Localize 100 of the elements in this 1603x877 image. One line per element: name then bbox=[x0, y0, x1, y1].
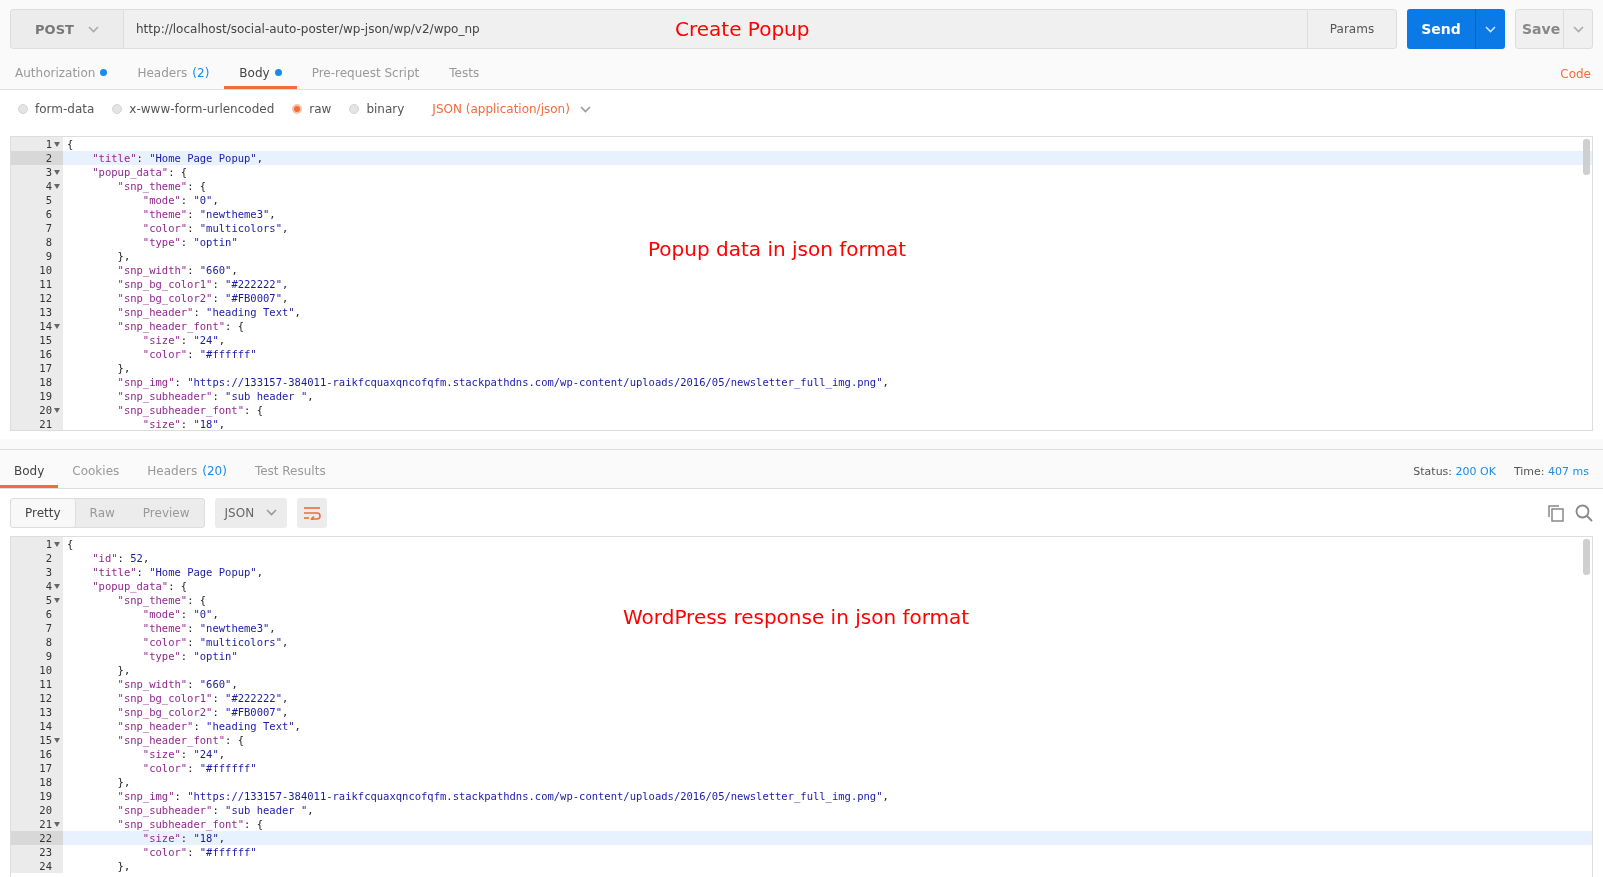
scrollbar[interactable] bbox=[1583, 139, 1590, 175]
line-number: 16 bbox=[39, 348, 52, 360]
send-button[interactable]: Send bbox=[1407, 9, 1475, 49]
code-link[interactable]: Code bbox=[1560, 67, 1591, 89]
params-button[interactable]: Params bbox=[1307, 9, 1397, 49]
line-number: 14 bbox=[39, 320, 52, 332]
annotation-text: WordPress response in json format bbox=[623, 605, 970, 629]
code-line: "title": "Home Page Popup", bbox=[91, 565, 263, 579]
copy-icon bbox=[1547, 503, 1565, 522]
fold-icon[interactable] bbox=[54, 597, 60, 603]
code-line: { bbox=[66, 137, 74, 151]
line-number: 1 bbox=[45, 138, 52, 150]
request-tab[interactable]: Authorization bbox=[0, 59, 123, 89]
view-mode-tab[interactable]: Raw bbox=[75, 498, 129, 527]
code-line: "type": "optin" bbox=[141, 235, 238, 249]
view-mode-tab[interactable]: Pretty bbox=[11, 498, 76, 527]
line-number: 19 bbox=[39, 790, 52, 802]
fold-icon[interactable] bbox=[54, 737, 60, 743]
send-dropdown-button[interactable] bbox=[1475, 9, 1505, 49]
code-line: "theme": "newtheme3", bbox=[141, 621, 276, 635]
body-type-radio[interactable]: form-data bbox=[18, 102, 95, 116]
body-type-radio[interactable]: raw bbox=[292, 102, 332, 116]
line-number: 3 bbox=[45, 566, 52, 578]
fold-icon[interactable] bbox=[54, 323, 60, 329]
code-line: "color": "#ffffff" bbox=[141, 347, 257, 361]
fold-icon[interactable] bbox=[54, 141, 60, 147]
scrollbar[interactable] bbox=[1583, 539, 1590, 575]
code-line: "snp_header_font": { bbox=[116, 319, 244, 333]
line-number: 18 bbox=[39, 376, 52, 388]
request-tab[interactable]: Headers (2) bbox=[122, 59, 225, 89]
code-line: }, bbox=[116, 663, 131, 677]
code-line: }, bbox=[116, 859, 131, 873]
caret-icon bbox=[266, 509, 278, 516]
line-number: 7 bbox=[45, 622, 52, 634]
line-number: 21 bbox=[39, 418, 52, 430]
line-number: 6 bbox=[45, 208, 52, 220]
response-tab[interactable]: Headers (20) bbox=[133, 456, 241, 488]
line-number: 5 bbox=[45, 194, 52, 206]
caret-icon bbox=[1572, 25, 1584, 33]
code-line: "size": "24", bbox=[141, 333, 226, 347]
code-line: "mode": "0", bbox=[141, 193, 219, 207]
code-line: "theme": "newtheme3", bbox=[141, 207, 276, 221]
line-number: 1 bbox=[45, 538, 52, 550]
annotation-text: Popup data in json format bbox=[648, 237, 906, 261]
body-type-radio[interactable]: x-www-form-urlencoded bbox=[112, 102, 275, 116]
line-number: 12 bbox=[39, 692, 52, 704]
line-number: 22 bbox=[39, 832, 52, 844]
line-number: 21 bbox=[39, 818, 52, 830]
response-time: Time: 407 ms bbox=[1513, 465, 1589, 478]
line-number: 2 bbox=[45, 152, 52, 164]
fold-icon[interactable] bbox=[54, 183, 60, 189]
caret-icon bbox=[579, 105, 591, 113]
request-tab[interactable]: Pre-request Script bbox=[296, 59, 435, 89]
method-dropdown[interactable]: POST bbox=[10, 9, 124, 49]
fold-icon[interactable] bbox=[54, 541, 60, 547]
code-line: "popup_data": { bbox=[91, 165, 188, 179]
line-number: 14 bbox=[39, 720, 52, 732]
code-line: "color": "multicolors", bbox=[141, 635, 289, 649]
format-dropdown[interactable]: JSON bbox=[214, 497, 288, 528]
line-number: 9 bbox=[45, 250, 52, 262]
line-number: 7 bbox=[45, 222, 52, 234]
line-number: 13 bbox=[39, 306, 52, 318]
code-line: "mode": "0", bbox=[141, 607, 219, 621]
code-line: "size": "18", bbox=[141, 417, 226, 430]
line-number: 11 bbox=[39, 678, 52, 690]
fold-icon[interactable] bbox=[54, 407, 60, 413]
code-line: "snp_header": "heading Text", bbox=[116, 719, 301, 733]
caret-icon bbox=[87, 25, 99, 33]
line-number: 20 bbox=[39, 804, 52, 816]
code-line: "color": "multicolors", bbox=[141, 221, 289, 235]
code-line: }, bbox=[116, 775, 131, 789]
response-status: Status: 200 OK bbox=[1413, 465, 1496, 478]
fold-icon[interactable] bbox=[54, 169, 60, 175]
line-number: 24 bbox=[39, 860, 52, 872]
code-line: "snp_header": "heading Text", bbox=[116, 305, 301, 319]
line-number: 20 bbox=[39, 404, 52, 416]
line-number: 5 bbox=[45, 594, 52, 606]
request-tab[interactable]: Tests bbox=[434, 59, 495, 89]
fold-icon[interactable] bbox=[54, 583, 60, 589]
line-number: 4 bbox=[45, 580, 52, 592]
code-line: "snp_bg_color1": "#222222", bbox=[116, 691, 289, 705]
view-mode-tab[interactable]: Preview bbox=[128, 498, 204, 527]
code-line: "snp_subheader": "sub header ", bbox=[116, 389, 314, 403]
code-line: "snp_header_font": { bbox=[116, 733, 244, 747]
code-line: "color": "#ffffff" bbox=[141, 845, 257, 859]
wrap-lines-button[interactable] bbox=[297, 497, 328, 528]
annotation-text: Create Popup bbox=[675, 17, 810, 41]
content-type-dropdown[interactable]: JSON (application/json) bbox=[426, 101, 597, 117]
search-button[interactable] bbox=[1575, 503, 1593, 522]
fold-icon[interactable] bbox=[54, 821, 60, 827]
response-tab[interactable]: Test Results bbox=[240, 456, 340, 488]
search-icon bbox=[1575, 503, 1593, 522]
response-tab[interactable]: Cookies bbox=[58, 456, 134, 488]
code-line: "id": 52, bbox=[91, 551, 150, 565]
code-line: "snp_theme": { bbox=[116, 179, 207, 193]
code-line: "snp_bg_color2": "#FB0007", bbox=[116, 291, 289, 305]
line-number: 8 bbox=[45, 636, 52, 648]
code-line: "size": "18", bbox=[141, 831, 226, 845]
copy-button[interactable] bbox=[1547, 503, 1565, 522]
body-type-radio[interactable]: binary bbox=[349, 102, 405, 116]
